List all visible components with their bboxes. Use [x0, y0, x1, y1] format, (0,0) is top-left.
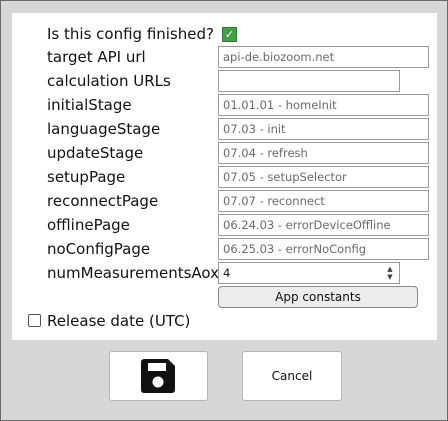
setup-page-input[interactable]: 07.05 - setupSelector — [218, 166, 429, 188]
field-label: noConfigPage — [47, 240, 151, 258]
field-label: offlinePage — [47, 216, 130, 234]
cancel-label: Cancel — [271, 369, 313, 383]
num-measurements-aox-input[interactable]: 4 ▲ ▼ — [218, 262, 400, 284]
target-api-url-input[interactable]: api-de.biozoom.net — [218, 46, 429, 68]
update-stage-input[interactable]: 07.04 - refresh — [218, 142, 429, 164]
reconnect-page-input[interactable]: 07.07 - reconnect — [218, 190, 429, 212]
release-date-label: Release date (UTC) — [47, 312, 191, 330]
no-config-page-input[interactable]: 06.25.03 - errorNoConfig — [218, 238, 429, 260]
field-row-num-measurements-aox: numMeasurementsAox 4 ▲ ▼ — [47, 262, 427, 284]
field-label: updateStage — [47, 144, 144, 162]
field-row-no-config-page: noConfigPage 06.25.03 - errorNoConfig — [47, 238, 429, 260]
field-row-setup-page: setupPage 07.05 - setupSelector — [47, 166, 429, 188]
field-row-initial-stage: initialStage 01.01.01 - homeInit — [47, 94, 429, 116]
config-form-panel: Is this config finished? ✓ target API ur… — [12, 13, 437, 340]
offline-page-input[interactable]: 06.24.03 - errorDeviceOffline — [218, 214, 429, 236]
field-label: initialStage — [47, 96, 132, 114]
field-label: languageStage — [47, 120, 161, 138]
field-row-language-stage: languageStage 07.03 - init — [47, 118, 429, 140]
num-measurements-aox-value: 4 — [223, 266, 231, 280]
field-row-calculation-urls: calculation URLs — [47, 70, 427, 92]
field-row-offline-page: offlinePage 06.24.03 - errorDeviceOfflin… — [47, 214, 429, 236]
initial-stage-input[interactable]: 01.01.01 - homeInit — [218, 94, 429, 116]
release-date-row: Release date (UTC) — [28, 310, 268, 332]
field-label: target API url — [47, 48, 146, 66]
cancel-button[interactable]: Cancel — [242, 351, 342, 401]
calculation-urls-input[interactable] — [218, 70, 400, 92]
field-row-reconnect-page: reconnectPage 07.07 - reconnect — [47, 190, 429, 212]
finished-row: Is this config finished? ✓ — [47, 23, 427, 45]
field-row-update-stage: updateStage 07.04 - refresh — [47, 142, 429, 164]
field-label: reconnectPage — [47, 192, 159, 210]
config-dialog: Is this config finished? ✓ target API ur… — [0, 0, 448, 421]
app-constants-button[interactable]: App constants — [218, 286, 418, 308]
save-button[interactable] — [109, 351, 208, 401]
finished-checkbox[interactable]: ✓ — [222, 27, 237, 42]
language-stage-input[interactable]: 07.03 - init — [218, 118, 429, 140]
field-row-target-api-url: target API url api-de.biozoom.net — [47, 46, 429, 68]
finished-label: Is this config finished? — [47, 25, 214, 43]
stepper-arrows-icon[interactable]: ▲ ▼ — [385, 265, 395, 281]
field-label: calculation URLs — [47, 72, 171, 90]
field-label: numMeasurementsAox — [47, 264, 220, 282]
release-date-checkbox[interactable] — [28, 314, 41, 327]
floppy-disk-icon — [141, 359, 175, 393]
field-label: setupPage — [47, 168, 126, 186]
